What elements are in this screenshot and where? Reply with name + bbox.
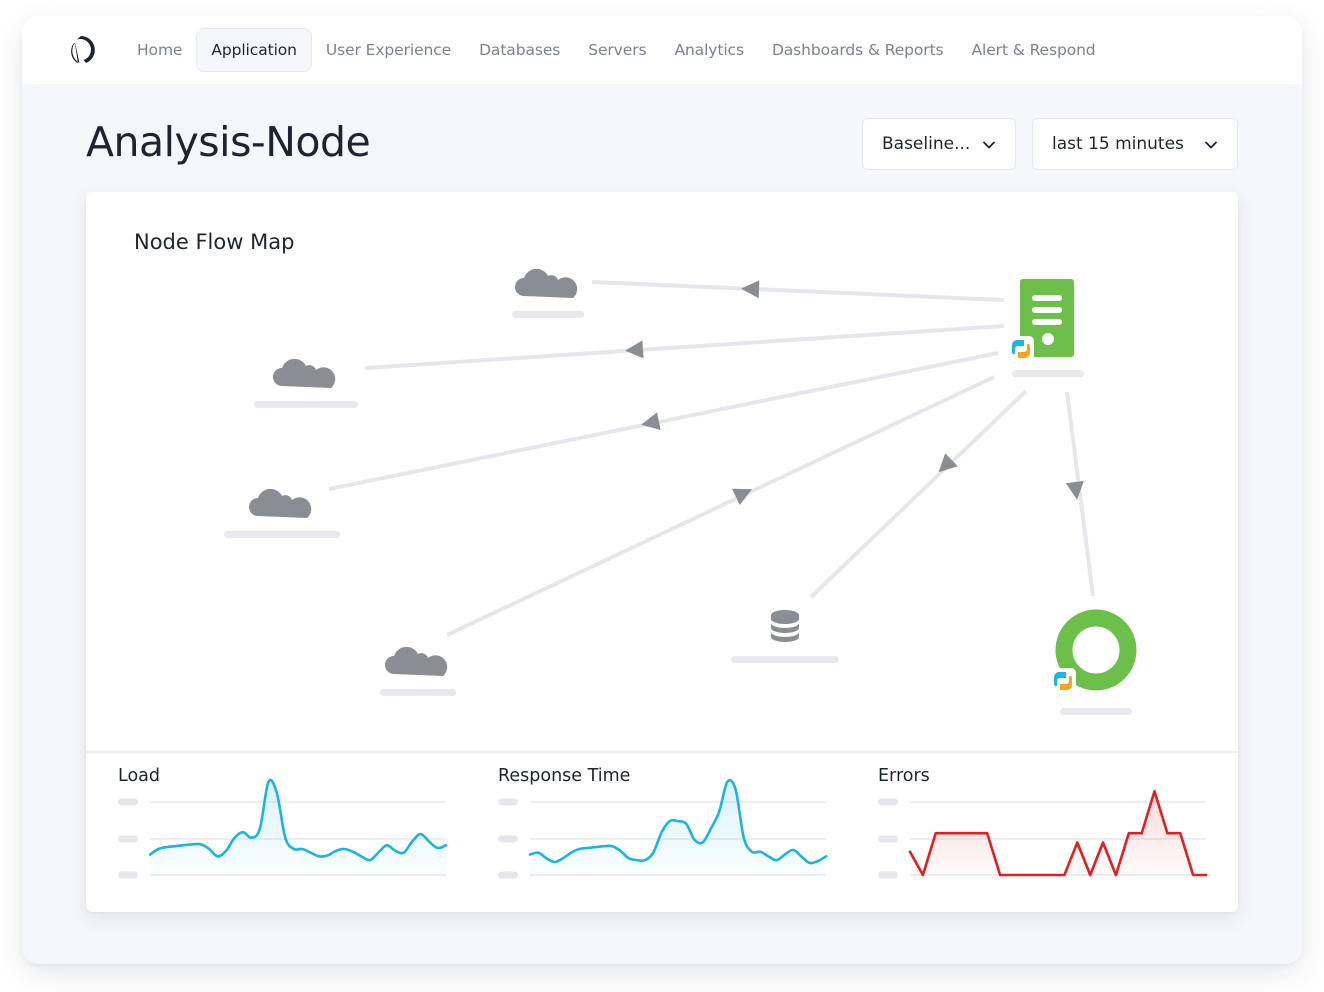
- node-label-placeholder: [1060, 708, 1132, 715]
- node-flow-map: [224, 268, 1137, 715]
- node-label-placeholder: [512, 311, 584, 318]
- page-title: Analysis-Node: [86, 118, 371, 166]
- nav-item-servers[interactable]: Servers: [574, 28, 660, 72]
- database-icon: [771, 610, 799, 642]
- axis-label-placeholder: [878, 871, 898, 879]
- node-label-placeholder: [1012, 370, 1084, 377]
- node-label-placeholder: [254, 401, 358, 408]
- flow-nodes: [224, 268, 1137, 715]
- cloud-icon: [249, 488, 312, 518]
- nav-menu: Home Application User Experience Databases S…: [123, 28, 1110, 72]
- axis-label-placeholder: [878, 835, 898, 843]
- node-cloud-2[interactable]: [254, 358, 358, 408]
- metric-load: Load: [118, 752, 458, 912]
- edge-arrow-icon: [741, 280, 760, 299]
- node-cloud-1[interactable]: [512, 268, 584, 318]
- axis-label-placeholder: [118, 871, 138, 879]
- chevron-down-icon: [1205, 141, 1217, 149]
- nav-item-databases[interactable]: Databases: [465, 28, 574, 72]
- nav-item-alert-respond[interactable]: Alert & Respond: [958, 28, 1110, 72]
- edge-arrow-icon: [625, 340, 644, 359]
- metric-title: Errors: [878, 766, 930, 786]
- edge-line: [1065, 391, 1095, 597]
- cloud-icon: [385, 646, 448, 676]
- flow-edge-app-server-to-cloud-2[interactable]: [364, 324, 1005, 370]
- nav-item-application[interactable]: Application: [196, 28, 312, 72]
- flow-edges: [328, 280, 1095, 637]
- edge-line: [591, 280, 1005, 302]
- metric-title: Response Time: [498, 766, 631, 786]
- node-database[interactable]: [731, 610, 839, 663]
- axis-label-placeholder: [118, 835, 138, 843]
- baseline-dropdown[interactable]: Baseline...: [862, 118, 1016, 170]
- axis-label-placeholder: [498, 835, 518, 843]
- sparkline-area: [150, 779, 446, 875]
- axis-label-placeholder: [498, 798, 518, 806]
- flow-map-title: Node Flow Map: [134, 230, 295, 254]
- edge-arrow-icon: [1065, 480, 1084, 500]
- edge-line: [364, 324, 1005, 370]
- flow-edge-cloud-4-to-app-server[interactable]: [446, 375, 995, 637]
- axis-label-placeholder: [878, 798, 898, 806]
- node-cloud-3[interactable]: [224, 488, 340, 538]
- top-navigation: Home Application User Experience Databases S…: [22, 16, 1302, 84]
- axis-label-placeholder: [498, 871, 518, 879]
- baseline-dropdown-value: Baseline...: [882, 134, 971, 154]
- node-app-server[interactable]: [1008, 279, 1084, 377]
- nav-item-user-experience[interactable]: User Experience: [312, 28, 465, 72]
- cloud-icon: [515, 268, 578, 298]
- edge-line: [809, 389, 1028, 599]
- node-flow-card: Node Flow Map Load Response Time Errors: [86, 192, 1238, 912]
- node-label-placeholder: [380, 689, 456, 696]
- time-range-dropdown[interactable]: last 15 minutes: [1032, 118, 1238, 170]
- chevron-down-icon: [983, 141, 995, 149]
- time-range-dropdown-value: last 15 minutes: [1052, 134, 1184, 154]
- axis-label-placeholder: [118, 798, 138, 806]
- nav-item-analytics[interactable]: Analytics: [660, 28, 758, 72]
- app-logo-icon[interactable]: [64, 33, 98, 67]
- sparkline-area: [530, 780, 826, 875]
- flow-edge-database-to-app-server[interactable]: [809, 389, 1028, 599]
- node-cloud-4[interactable]: [380, 646, 456, 696]
- metric-title: Load: [118, 766, 160, 786]
- flow-edge-app-server-to-cloud-1[interactable]: [591, 280, 1005, 302]
- nav-item-home[interactable]: Home: [123, 28, 196, 72]
- node-label-placeholder: [731, 656, 839, 663]
- app-window: Home Application User Experience Databases S…: [22, 16, 1302, 964]
- nav-item-dashboards-reports[interactable]: Dashboards & Reports: [758, 28, 958, 72]
- edge-arrow-icon: [641, 412, 661, 431]
- edge-line: [446, 375, 995, 637]
- metric-errors: Errors: [878, 752, 1218, 912]
- python-icon: [1008, 336, 1034, 362]
- node-python-service[interactable]: [1050, 609, 1137, 715]
- cloud-icon: [273, 358, 336, 388]
- metric-response-time: Response Time: [498, 752, 838, 912]
- flow-edge-app-server-to-python-service[interactable]: [1065, 391, 1095, 597]
- node-label-placeholder: [224, 531, 340, 538]
- python-icon: [1050, 668, 1076, 694]
- load-sparkline: [118, 778, 448, 879]
